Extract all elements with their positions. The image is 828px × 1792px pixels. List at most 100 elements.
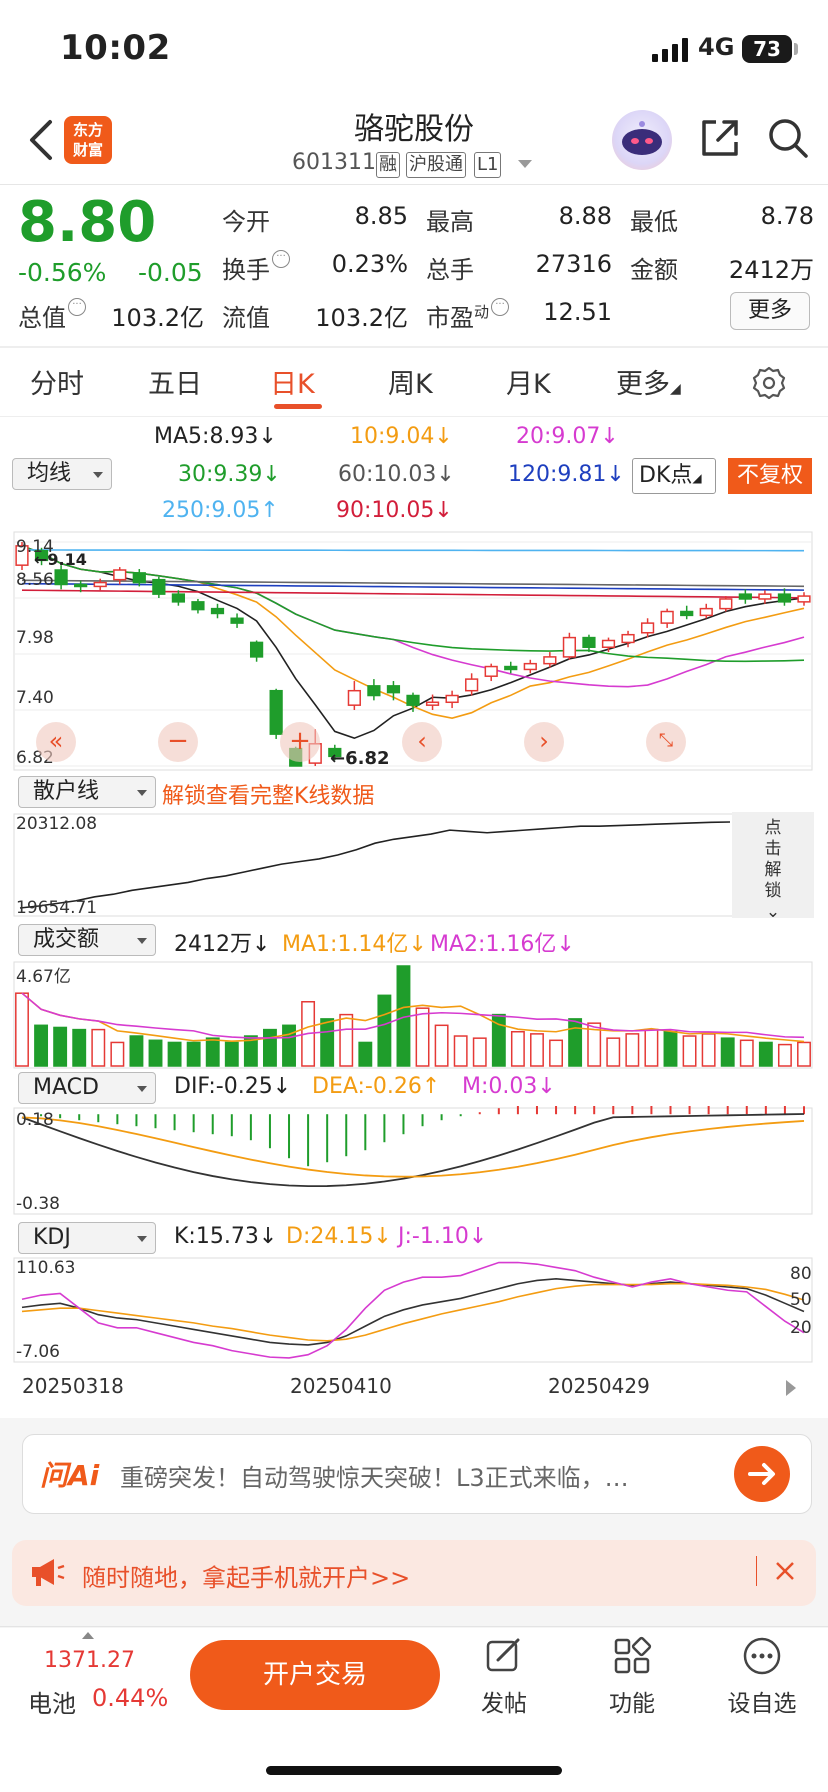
- ai-go-button[interactable]: [734, 1446, 790, 1502]
- volume-bar: [415, 1007, 430, 1067]
- kdj-ymax: 110.63: [16, 1258, 76, 1278]
- tab-daily-k[interactable]: 日K: [270, 362, 315, 401]
- candle: [171, 593, 186, 603]
- candle: [640, 622, 655, 634]
- volume-bar: [34, 1024, 49, 1067]
- candle: [777, 593, 792, 603]
- label-total-cap: 总值 ···: [18, 298, 86, 333]
- volume-bar: [777, 1043, 792, 1067]
- tab-weekly-k[interactable]: 周K: [388, 362, 433, 401]
- zoom-in-icon[interactable]: +: [280, 722, 320, 762]
- indicator-select-ma[interactable]: 均线: [12, 458, 112, 490]
- tab-monthly-k[interactable]: 月K: [506, 362, 551, 401]
- tab-active-indicator: [274, 404, 322, 409]
- legend-ma120: 120:9.81↓: [508, 462, 625, 487]
- close-icon[interactable]: [770, 1556, 800, 1586]
- index-name[interactable]: 电池: [28, 1684, 76, 1719]
- volume-bar: [53, 1026, 68, 1067]
- nav-post[interactable]: 发帖: [454, 1684, 554, 1718]
- indicator-select-retail[interactable]: 散户线: [18, 776, 156, 808]
- unlock-link[interactable]: 解锁查看完整K线数据: [162, 778, 374, 810]
- kdj-k-line: [21, 1278, 805, 1346]
- label-turnover: 换手 ···: [222, 250, 290, 285]
- candle: [425, 701, 440, 706]
- low-marker: ←6.82: [330, 748, 390, 769]
- ma-line-30: [21, 545, 805, 663]
- label-pe: 市盈动 ···: [426, 298, 510, 333]
- megaphone-icon: [32, 1559, 65, 1586]
- candle: [621, 633, 635, 644]
- volume-bar: [205, 1037, 220, 1067]
- no-adjust-button[interactable]: 不复权: [728, 458, 812, 494]
- nav-function[interactable]: 功能: [582, 1684, 682, 1718]
- candle: [152, 578, 166, 595]
- search-icon[interactable]: [766, 116, 810, 160]
- volume-bar: [530, 1033, 544, 1067]
- volume-bar: [377, 994, 392, 1067]
- candle: [406, 694, 420, 706]
- macd-dif: DIF:-0.25↓: [174, 1074, 292, 1099]
- volume-bar: [320, 1018, 335, 1067]
- index-value[interactable]: 1371.27: [44, 1648, 135, 1673]
- tag-level: L1: [474, 152, 502, 178]
- value-pe: 12.51: [543, 298, 612, 326]
- unlock-side-button[interactable]: 点击解锁 ⌄: [732, 812, 814, 922]
- info-icon[interactable]: ···: [272, 250, 290, 268]
- tab-intraday[interactable]: 分时: [30, 362, 84, 401]
- kdj-chart: [13, 1257, 813, 1363]
- candle: [465, 678, 479, 692]
- scroll-left-fast-icon[interactable]: «: [36, 722, 76, 762]
- info-icon[interactable]: ···: [68, 298, 86, 316]
- promo-text[interactable]: 随时随地，拿起手机就开户>>: [82, 1558, 410, 1593]
- date-label-1: 20250318: [22, 1374, 124, 1398]
- share-icon[interactable]: [698, 116, 742, 160]
- date-label-2: 20250410: [290, 1374, 392, 1398]
- index-expand-icon[interactable]: [82, 1632, 94, 1639]
- candle: [543, 656, 557, 665]
- more-options-icon[interactable]: [742, 1636, 782, 1676]
- candle: [367, 685, 381, 697]
- scroll-left-icon[interactable]: ‹: [402, 722, 442, 762]
- price-tick-3: 7.98: [16, 628, 54, 648]
- open-account-trade-button[interactable]: 开户交易: [190, 1640, 440, 1710]
- stock-dropdown-icon[interactable]: [518, 160, 532, 168]
- volume-bar: [453, 1035, 468, 1067]
- volume-bar: [339, 1013, 354, 1067]
- indicator-select-volume[interactable]: 成交额: [18, 924, 156, 956]
- candle: [484, 665, 498, 677]
- scroll-right-icon[interactable]: ›: [524, 722, 564, 762]
- retail-ymax: 20312.08: [16, 814, 98, 834]
- candle: [562, 636, 577, 658]
- gear-icon[interactable]: [752, 366, 786, 400]
- kdj-d: D:24.15↓: [286, 1224, 392, 1249]
- fullscreen-icon[interactable]: ⤡: [646, 722, 686, 762]
- retail-line-chart: [13, 813, 813, 917]
- volume-bar: [282, 1024, 296, 1067]
- candle: [699, 607, 713, 617]
- nav-add-watchlist[interactable]: 设自选: [712, 1684, 812, 1718]
- post-edit-icon[interactable]: [484, 1636, 524, 1676]
- macd-dif-line: [21, 1113, 805, 1188]
- dk-point-button[interactable]: DK点◢: [632, 458, 716, 494]
- tab-five-day[interactable]: 五日: [148, 362, 202, 401]
- status-time: 10:02: [60, 28, 171, 68]
- cellular-signal-icon: [652, 38, 688, 62]
- candle: [680, 610, 694, 617]
- ai-headline[interactable]: 重磅突发！自动驾驶惊天突破！L3正式来临，…: [120, 1458, 720, 1493]
- price-tick-2: 8.56: [16, 570, 54, 590]
- indicator-select-kdj[interactable]: KDJ: [18, 1222, 156, 1254]
- more-quote-button[interactable]: 更多: [730, 292, 810, 330]
- zoom-out-icon[interactable]: −: [158, 722, 198, 762]
- label-amount: 金额: [630, 256, 678, 284]
- header-divider: [0, 184, 828, 185]
- indicator-select-macd[interactable]: MACD: [18, 1072, 156, 1104]
- tab-divider: [0, 416, 828, 417]
- value-total-cap: 103.2亿: [111, 304, 204, 332]
- tab-more[interactable]: 更多◢: [616, 362, 681, 401]
- function-grid-icon[interactable]: [612, 1636, 652, 1676]
- volume-bar: [797, 1041, 811, 1067]
- date-label-3: 20250429: [548, 1374, 650, 1398]
- ai-assistant-robot-icon[interactable]: [612, 110, 672, 170]
- index-percent[interactable]: 0.44%: [92, 1684, 168, 1712]
- next-page-icon[interactable]: [774, 1372, 806, 1404]
